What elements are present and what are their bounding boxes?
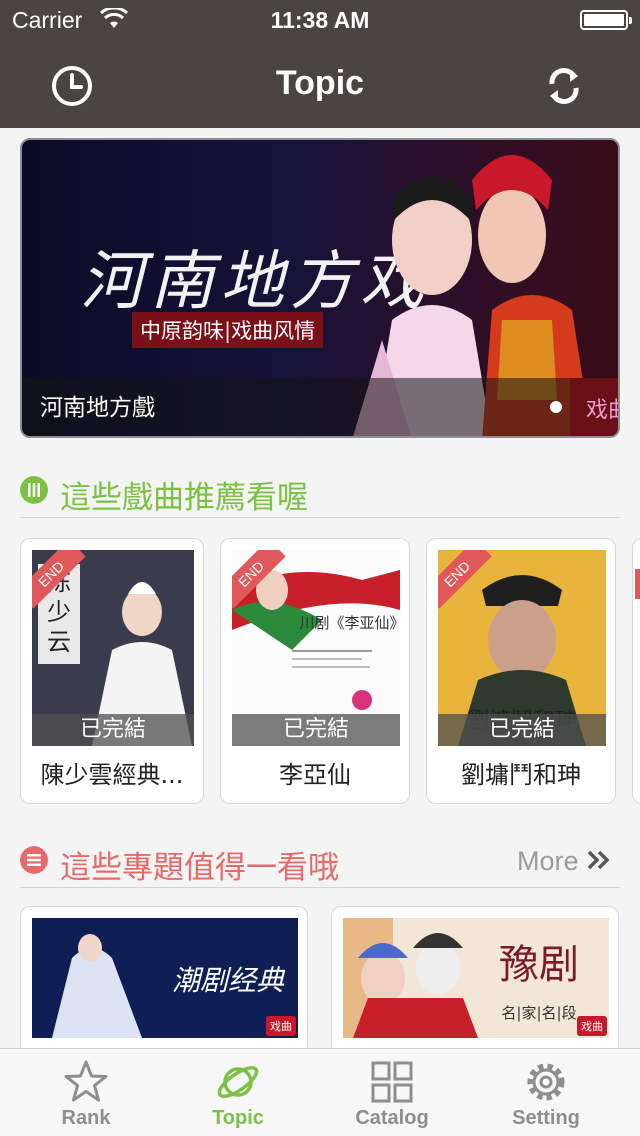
gear-icon — [527, 1063, 565, 1101]
tab-label: Setting — [512, 1107, 580, 1129]
double-chevron-right-icon — [587, 850, 610, 870]
tab-topic[interactable]: Topic — [158, 1049, 318, 1136]
recommend-card-title: 陳少雲經典... — [40, 761, 184, 789]
star-icon — [64, 1060, 108, 1102]
status-time: 11:38 AM — [270, 7, 370, 33]
recommend-poster: 劉墉鬥和珅 END 已完結 — [438, 550, 606, 746]
topic-poster-art: 豫剧 名|家|名|段 — [343, 918, 609, 1038]
topic-card[interactable]: 潮剧经典 戏曲 — [20, 906, 308, 1056]
completed-badge: 已完結 — [438, 714, 606, 746]
svg-text:川剧《李亚仙》: 川剧《李亚仙》 — [299, 614, 400, 632]
tab-label: Catalog — [355, 1107, 429, 1129]
recommend-section-title: 這些戲曲推薦看喔 — [60, 480, 308, 516]
recommend-poster: 陈 少 云 END 已完結 — [32, 550, 194, 746]
genre-tag: 戏曲 — [266, 1016, 296, 1036]
more-label: More — [516, 846, 579, 876]
planet-icon — [217, 1066, 259, 1098]
recommend-card-peek[interactable] — [632, 538, 640, 804]
more-button[interactable]: More — [517, 846, 612, 877]
topics-section-header: 這些專題值得一看哦 More — [20, 832, 620, 888]
banner-art-subtitle: 中原韵味|戏曲风情 — [132, 312, 324, 348]
refresh-icon[interactable] — [544, 62, 584, 110]
tab-catalog[interactable]: Catalog — [312, 1049, 472, 1136]
tab-label: Rank — [61, 1107, 111, 1129]
tab-rank[interactable]: Rank — [6, 1049, 166, 1136]
status-bar: Carrier 11:38 AM — [0, 0, 640, 40]
banner-next-peek: 戏曲 — [570, 378, 618, 436]
topic-poster-art: 潮剧经典 — [32, 918, 298, 1038]
recommend-card[interactable]: 劉墉鬥和珅 END 已完結 劉墉鬥和珅 — [426, 538, 616, 804]
recommend-card-title: 李亞仙 — [279, 761, 351, 789]
grid-icon — [371, 1061, 413, 1103]
topic-poster: 潮剧经典 戏曲 — [32, 918, 298, 1038]
topics-section-title: 這些專題值得一看哦 — [60, 850, 339, 886]
tab-bar: Rank Topic Catalog Setting — [0, 1048, 640, 1136]
tab-setting[interactable]: Setting — [466, 1049, 626, 1136]
topic-poster-subtitle: 名|家|名|段 — [501, 1004, 576, 1022]
banner-carousel[interactable]: 河南地方戏 中原韵味|戏曲风情 河南地方戲 戏曲 — [20, 138, 620, 438]
list-circle-icon — [20, 846, 48, 874]
completed-badge: 已完結 — [232, 714, 400, 746]
recommend-poster: 川剧《李亚仙》 END 已完結 — [232, 550, 400, 746]
page-indicator-dot — [550, 401, 562, 413]
navigation-bar: Carrier 11:38 AM Topic — [0, 0, 640, 128]
banner-caption: 河南地方戲 — [40, 395, 155, 421]
battery-icon — [580, 10, 632, 30]
recommend-section-header: 這些戲曲推薦看喔 — [20, 462, 620, 518]
recommend-card-title: 劉墉鬥和珅 — [461, 761, 581, 789]
end-ribbon-peek — [635, 569, 640, 599]
topic-poster: 豫剧 名|家|名|段 戏曲 — [343, 918, 609, 1038]
topic-poster-title: 潮剧经典 — [172, 964, 286, 997]
bars-circle-icon — [20, 476, 48, 504]
recommend-card[interactable]: 陈 少 云 END 已完結 陳少雲經典... — [20, 538, 204, 804]
topic-card[interactable]: 豫剧 名|家|名|段 戏曲 — [331, 906, 619, 1056]
recommend-card[interactable]: 川剧《李亚仙》 END 已完結 李亞仙 — [220, 538, 410, 804]
genre-tag: 戏曲 — [577, 1016, 607, 1036]
completed-badge: 已完結 — [32, 714, 194, 746]
svg-text:少: 少 — [47, 598, 71, 626]
svg-text:云: 云 — [47, 628, 71, 656]
topic-poster-title: 豫剧 — [499, 942, 579, 988]
tab-label: Topic — [212, 1107, 264, 1129]
